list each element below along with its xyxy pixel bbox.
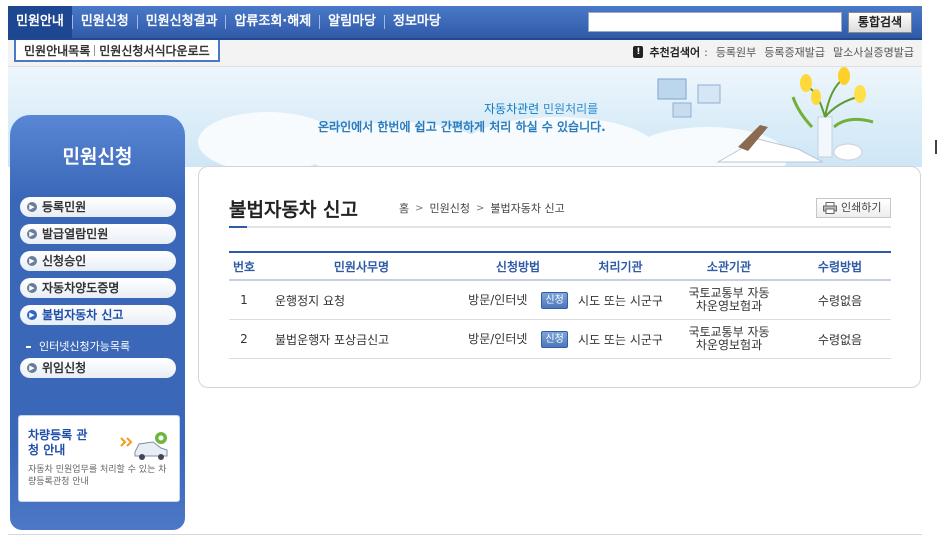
footer-divider [8,534,922,535]
promo-description: 자동차 민원업무를 처리할 수 있는 차량등록관청 안내 [28,465,167,487]
sidebar-item-label: 불법자동차 신고 [42,308,124,322]
keyword-link[interactable]: 등록원부 [716,44,756,60]
sidebar-item-registration[interactable]: ▶ 등록민원 [20,197,176,217]
row-service-name: 운행정지 요청 [259,280,464,320]
sub-tab-guide-list[interactable]: 민원안내목록 [24,42,90,59]
sidebar-title: 민원신청 [62,146,133,168]
nav-item-info[interactable]: 정보마당 [385,6,449,38]
agency-line-2: 차운영보험과 [695,299,763,313]
sidebar-item-delegation[interactable]: ▶ 위임신청 [20,358,176,378]
row-method: 방문/인터넷 [468,332,528,346]
row-agency: 국토교통부 자동 차운영보험과 [669,280,789,320]
page-title: 불법자동차 신고 [229,199,358,221]
table-row: 1 운행정지 요청 방문/인터넷 신청 시도 또는 시군구 국토교통부 자동 차운영… [229,280,891,320]
col-header-method: 신청방법 [464,251,572,281]
sidebar-item-label: 신청승인 [42,254,87,268]
sidebar-item-label: 발급열람민원 [42,227,109,241]
col-header-processor: 처리기관 [572,251,669,281]
row-service-name: 불법운행자 포상금신고 [259,319,464,359]
civil-service-table: 번호 민원사무명 신청방법 처리기관 소관기관 수령방법 1 운행정지 요청 방… [229,251,891,359]
integrated-search-button[interactable]: 통합검색 [848,12,912,33]
col-header-name: 민원사무명 [259,251,464,281]
book-flower-illustration [657,67,874,163]
sub-tab-divider [94,44,96,56]
recommended-keywords: ! 추천검색어 : 등록원부 등록증재발급 말소사실증명발급 [633,44,914,60]
banner-line-1-rest: 민원처리를 [539,102,599,116]
chevron-right-icon: > [415,202,424,214]
vehicle-office-promo[interactable]: 차량등록 관청 안내 자동차 민원업무를 처리할 수 있는 차량등록관청 안내 [18,415,180,502]
agency-line-1: 국토교통부 자동 [688,286,770,300]
row-processor: 시도 또는 시군구 [572,319,669,359]
title-divider [229,226,891,228]
nav-item-civil-guide[interactable]: 민원안내 [8,6,72,38]
breadcrumb-civil-apply[interactable]: 민원신청 [430,200,470,216]
nav-item-seizure[interactable]: 압류조회·해제 [226,6,319,38]
nav-item-civil-apply[interactable]: 민원신청 [73,6,137,38]
print-button[interactable]: 인쇄하기 [816,198,891,218]
row-method-cell: 방문/인터넷 신청 [464,319,572,359]
row-agency: 국토교통부 자동 차운영보험과 [669,319,789,359]
sidebar-subitem-online-list[interactable]: 인터넷신청가능목록 [26,338,130,354]
breadcrumb-home[interactable]: 홈 [399,200,409,216]
sidebar-item-label: 등록민원 [42,200,87,214]
col-header-agency: 소관기관 [669,251,789,281]
sidebar-item-transfer-cert[interactable]: ▶ 자동차양도증명 [20,278,176,298]
scrollbar-thumb[interactable] [935,140,937,154]
breadcrumb-current: 불법자동차 신고 [490,202,565,215]
printer-icon [823,202,837,214]
apply-button[interactable]: 신청 [541,331,568,348]
sidebar-item-illegal-report[interactable]: ▶ 불법자동차 신고 [20,305,176,325]
col-header-receive: 수령방법 [789,251,891,281]
row-processor: 시도 또는 시군구 [572,280,669,320]
sub-tab-form-download[interactable]: 민원신청서식다운로드 [99,42,209,59]
title-accent [229,226,247,228]
arrow-right-icon: ▶ [27,202,37,212]
sidebar-item-label: 자동차양도증명 [42,281,120,295]
row-no: 2 [229,319,259,359]
chevron-right-icon: > [476,202,485,214]
arrow-right-icon: ▶ [27,363,37,373]
arrow-right-icon: ▶ [27,283,37,293]
colon: : [704,45,708,59]
integrated-search-input[interactable] [588,12,842,32]
table-row: 2 불법운행자 포상금신고 방문/인터넷 신청 시도 또는 시군구 국토교통부 자… [229,319,891,359]
promo-title: 차량등록 관청 안내 [28,428,88,457]
arrow-right-icon: ▶ [27,229,37,239]
sidebar-item-label: 위임신청 [42,361,87,375]
row-method-cell: 방문/인터넷 신청 [464,280,572,320]
banner-line-2: 온라인에서 한번에 쉽고 간편하게 처리 하실 수 있습니다. [318,120,606,134]
keyword-link[interactable]: 말소사실증명발급 [833,44,914,60]
apply-button[interactable]: 신청 [541,292,568,309]
car-icon [120,432,168,460]
sidebar-item-approval[interactable]: ▶ 신청승인 [20,251,176,271]
sub-bar: 민원안내목록 민원신청서식다운로드 ! 추천검색어 : 등록원부 등록증재발급 … [8,40,922,67]
nav-item-apply-result[interactable]: 민원신청결과 [138,6,226,38]
col-header-no: 번호 [229,251,259,281]
arrow-right-icon: ▶ [27,310,37,320]
nav-item-notice[interactable]: 알림마당 [320,6,384,38]
sidebar-item-issue-view[interactable]: ▶ 발급열람민원 [20,224,176,244]
row-receive: 수령없음 [789,319,891,359]
content-panel: 불법자동차 신고 홈 > 민원신청 > 불법자동차 신고 인쇄하기 번호 민원사… [198,166,921,388]
banner-line-1: 자동차관련 민원처리를 [484,100,598,117]
banner-highlight: 자동차관련 [484,102,540,116]
print-label: 인쇄하기 [841,201,882,214]
sub-tabs: 민원안내목록 민원신청서식다운로드 [14,40,220,62]
exclamation-icon: ! [633,46,644,58]
agency-line-2: 차운영보험과 [695,338,763,352]
agency-line-1: 국토교통부 자동 [688,325,770,339]
keyword-link[interactable]: 등록증재발급 [764,44,825,60]
recommend-label: 추천검색어 [649,46,701,59]
breadcrumb: 홈 > 민원신청 > 불법자동차 신고 [399,200,565,216]
table-header-row: 번호 민원사무명 신청방법 처리기관 소관기관 수령방법 [229,251,891,281]
row-receive: 수령없음 [789,280,891,320]
main-menu: 민원안내 민원신청 민원신청결과 압류조회·해제 알림마당 정보마당 [8,6,449,38]
row-method: 방문/인터넷 [468,293,528,307]
left-sidebar: 민원신청 ▶ 등록민원 ▶ 발급열람민원 ▶ 신청승인 ▶ 자동차양도증명 ▶ … [10,115,185,530]
top-navigation: 민원안내 민원신청 민원신청결과 압류조회·해제 알림마당 정보마당 통합검색 [8,6,922,40]
arrow-right-icon: ▶ [27,256,37,266]
row-no: 1 [229,280,259,320]
